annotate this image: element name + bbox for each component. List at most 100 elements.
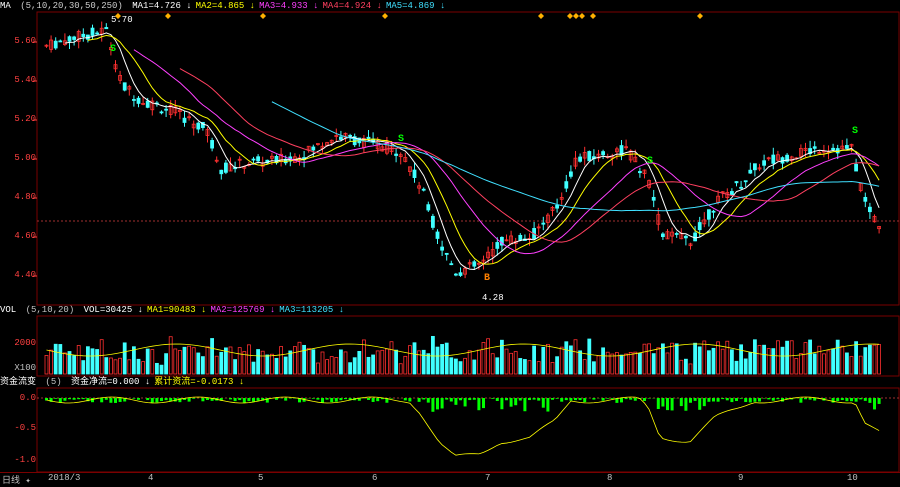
candle-body [579, 157, 582, 161]
candle-body [698, 223, 701, 230]
candle-body [694, 233, 697, 241]
volume-bar [579, 351, 582, 374]
event-marker-icon [697, 13, 703, 19]
fund-flow-bar [91, 398, 94, 402]
fund-flow-bar [813, 398, 816, 401]
volume-bar [63, 353, 66, 374]
fund-flow-bar [606, 398, 609, 399]
vol-value: VOL=30425 ↓ [84, 305, 143, 315]
volume-bar [799, 354, 802, 374]
fund-flow-bar [312, 398, 315, 399]
candle-body [339, 137, 342, 139]
volume-bar [565, 342, 568, 374]
volume-bar [367, 357, 370, 374]
fund-flow-bar [326, 398, 329, 400]
fund-flow-bar [206, 398, 209, 400]
event-marker-icon [579, 13, 585, 19]
volume-bar [353, 358, 356, 374]
candle-body [91, 28, 94, 35]
volume-bar [59, 344, 62, 374]
volume-bar [827, 351, 830, 374]
sell-signal: S [852, 126, 858, 137]
volume-bar [427, 354, 430, 374]
sell-signal: S [110, 44, 116, 55]
volume-bar [611, 354, 614, 374]
volume-bar [464, 358, 467, 374]
vol-label[interactable]: VOL [0, 305, 16, 315]
fund-flow-bar [850, 398, 853, 401]
stock-chart-canvas[interactable] [0, 0, 900, 486]
fund-flow-bar [717, 398, 720, 402]
candle-body [137, 98, 140, 103]
volume-bar [215, 356, 218, 374]
ma-label[interactable]: MA [0, 1, 11, 11]
fund-flow-bar [592, 398, 595, 400]
fund-flow-bar [579, 398, 582, 400]
volume-bar [91, 349, 94, 374]
volume-bar [868, 345, 871, 374]
volume-bar [657, 348, 660, 374]
fund-flow-bar [284, 398, 287, 401]
candle-body [868, 207, 871, 211]
candle-body [565, 182, 568, 189]
fund-flow-bar [574, 398, 577, 400]
ma1-line [65, 33, 879, 270]
candle-body [675, 233, 678, 234]
fund-flow-bar [257, 398, 260, 401]
candle-body [845, 145, 848, 148]
volume-bar [625, 354, 628, 374]
volume-bar [178, 350, 181, 374]
candle-body [496, 242, 499, 248]
period-selector[interactable]: 日线 ✦ [2, 473, 31, 486]
volume-bar [574, 340, 577, 374]
volume-bar [735, 361, 738, 374]
volume-bar [721, 349, 724, 374]
volume-bar [238, 348, 241, 374]
volume-bar [597, 356, 600, 374]
fund-flow-bar [625, 398, 628, 399]
price-tick: 5.00 [2, 153, 36, 163]
fund-flow-bar [776, 398, 779, 399]
volume-bar [855, 342, 858, 374]
candle-body [712, 211, 715, 212]
candle-body [431, 216, 434, 227]
volume-bar [132, 347, 135, 374]
volume-bar [491, 354, 494, 374]
fund-flow-bar [730, 398, 733, 402]
event-marker-icon [382, 13, 388, 19]
volume-bar [183, 347, 186, 374]
candle-body [105, 27, 108, 28]
fund-label[interactable]: 资金流变 [0, 377, 36, 387]
candle-body [588, 151, 591, 160]
volume-bar [289, 351, 292, 374]
candle-body [749, 170, 752, 173]
ma-value: MA4=4.924 ↓ [323, 1, 382, 11]
fund-flow-bar [464, 398, 467, 406]
fund-flow-bar [767, 398, 770, 399]
x-tick: 7 [485, 473, 490, 483]
volume-bar [666, 353, 669, 374]
candle-body [349, 135, 352, 136]
vol-value: MA2=125769 ↓ [210, 305, 275, 315]
candle-body [652, 197, 655, 200]
volume-bar [758, 345, 761, 374]
fund-flow-bar [160, 398, 163, 401]
candle-body [569, 172, 572, 176]
volume-bar [763, 345, 766, 374]
fund-flow-bar [188, 398, 191, 402]
fund-flow-bar [546, 398, 549, 412]
volume-bar [712, 348, 715, 374]
fund-flow-bar [643, 398, 646, 401]
volume-bar [335, 357, 338, 374]
fund-flow-bar [620, 398, 623, 402]
fund-flow-bar [864, 398, 867, 401]
low-price-label: 4.28 [482, 293, 504, 303]
fund-flow-bar [82, 398, 85, 399]
candle-body [556, 205, 559, 208]
volume-bar [280, 347, 283, 374]
fund-flow-bar [832, 398, 835, 403]
volume-bar [321, 352, 324, 374]
volume-bar [372, 355, 375, 374]
event-marker-icon [573, 13, 579, 19]
fund-flow-bar [648, 398, 651, 399]
